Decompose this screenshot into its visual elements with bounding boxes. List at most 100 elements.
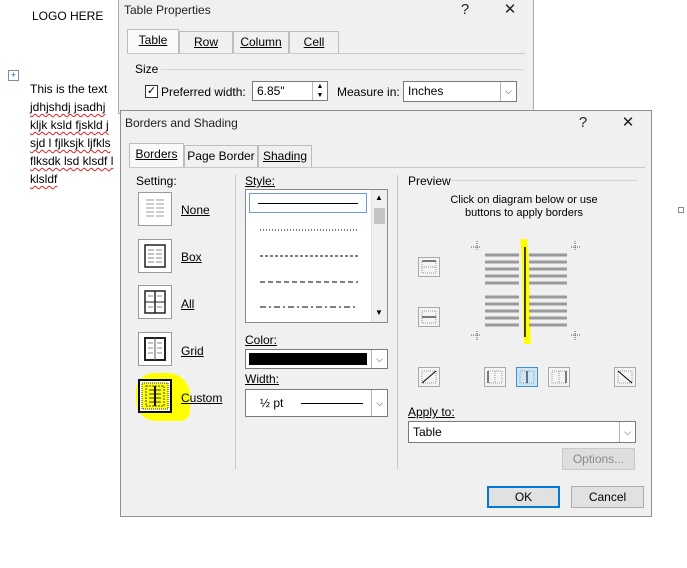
width-label: Width:	[245, 372, 280, 386]
preview-diagram[interactable]	[471, 239, 583, 345]
document-text-line: jdhjshdj jsadhj	[30, 100, 106, 114]
border-diagonal-up-icon	[421, 370, 437, 384]
setting-grid-icon	[144, 337, 166, 361]
preferred-width-input[interactable]: 6.85" ▲ ▼	[252, 81, 328, 101]
size-group-line	[161, 69, 523, 70]
chevron-up-icon[interactable]: ▲	[375, 193, 383, 202]
chevron-down-icon[interactable]: ⌵	[371, 390, 387, 416]
document-text-line: This is the text	[30, 82, 108, 96]
setting-box-label[interactable]: Box	[181, 250, 202, 264]
width-select[interactable]: ½ pt ⌵	[245, 389, 388, 417]
style-scrollbar[interactable]: ▲ ▼	[371, 190, 387, 322]
tab-page-border-label: Page Border	[187, 149, 255, 163]
style-label: Style:	[245, 174, 276, 188]
setting-custom-label[interactable]: Custom	[181, 391, 222, 405]
setting-all-icon	[144, 290, 166, 314]
borders-shading-dialog: Borders and Shading ? ✕ Borders Page Bor…	[120, 110, 652, 517]
setting-style-divider	[235, 175, 236, 469]
preferred-width-value: 6.85"	[257, 84, 285, 98]
setting-none-button[interactable]	[138, 192, 172, 226]
document-text-line: sjd l fjlksjk ljfkls	[30, 136, 111, 150]
setting-custom-button[interactable]	[138, 379, 172, 413]
tab-strip-divider	[127, 53, 525, 54]
color-select[interactable]: ⌵	[245, 349, 388, 369]
preview-label: Preview	[408, 174, 451, 188]
style-list[interactable]: ▲ ▼	[245, 189, 388, 323]
apply-to-select[interactable]: Table ⌵	[408, 421, 636, 443]
border-inside-horizontal-button[interactable]	[418, 307, 440, 327]
ok-button[interactable]: OK	[487, 486, 560, 508]
border-inside-vertical-button[interactable]	[516, 367, 538, 387]
setting-label: Setting:	[136, 174, 177, 188]
tab-borders[interactable]: Borders	[129, 143, 184, 167]
preview-group-line	[451, 180, 637, 181]
width-value: ½ pt	[260, 396, 284, 410]
table-properties-title: Table Properties	[124, 3, 211, 17]
preferred-width-checkbox[interactable]: ✓	[145, 85, 158, 98]
color-label: Color:	[245, 333, 278, 347]
width-spinner-icon[interactable]: ▲ ▼	[312, 82, 327, 100]
measure-in-select[interactable]: Inches ⌵	[403, 81, 517, 102]
tab-shading[interactable]: Shading	[258, 145, 312, 167]
tab-column-label: Column	[240, 35, 282, 49]
close-icon[interactable]: ✕	[500, 0, 520, 20]
width-line-sample	[301, 403, 363, 404]
apply-to-label: Apply to:	[408, 405, 455, 419]
options-button[interactable]: Options...	[562, 448, 635, 470]
size-group-label: Size	[135, 62, 159, 76]
preferred-width-label: Preferred width:	[161, 85, 246, 99]
border-left-icon	[487, 370, 503, 384]
setting-none-label[interactable]: None	[181, 203, 210, 217]
preview-instructions: Click on diagram below or use buttons to…	[450, 194, 598, 219]
borders-shading-title: Borders and Shading	[125, 116, 238, 130]
tab-table[interactable]: Table	[127, 29, 179, 53]
tab-row[interactable]: Row	[179, 31, 233, 53]
style-options[interactable]	[246, 190, 370, 322]
tab-cell-label: Cell	[303, 35, 325, 49]
setting-grid-button[interactable]	[138, 332, 172, 366]
scrollbar-thumb[interactable]	[374, 208, 385, 224]
tab-page-border[interactable]: Page Border	[184, 145, 258, 167]
preview-diagram-svg	[471, 239, 581, 344]
setting-custom-icon	[141, 382, 169, 410]
setting-none-icon	[146, 198, 164, 220]
setting-box-icon	[144, 244, 166, 268]
tab-shading-label: Shading	[262, 149, 308, 163]
border-inside-vertical-icon	[519, 370, 535, 384]
border-left-button[interactable]	[484, 367, 506, 387]
table-properties-dialog: Table Properties ? ✕ Table Row Column Ce…	[118, 0, 534, 114]
help-icon[interactable]: ?	[455, 0, 475, 20]
color-swatch	[249, 353, 367, 365]
close-icon[interactable]: ✕	[618, 113, 638, 133]
tab-table-label: Table	[138, 33, 168, 47]
cancel-button[interactable]: Cancel	[571, 486, 644, 508]
tab-borders-label: Borders	[135, 147, 178, 161]
table-move-handle-icon[interactable]: +	[8, 70, 19, 81]
measure-in-value: Inches	[408, 84, 444, 98]
help-icon[interactable]: ?	[573, 113, 593, 133]
border-diagonal-down-button[interactable]	[614, 367, 636, 387]
border-diagonal-down-icon	[617, 370, 633, 384]
border-right-button[interactable]	[548, 367, 570, 387]
chevron-down-icon[interactable]: ⌵	[371, 350, 387, 368]
border-diagonal-up-button[interactable]	[418, 367, 440, 387]
apply-to-value: Table	[413, 425, 442, 439]
resize-handle-icon[interactable]	[678, 207, 684, 213]
tab-row-label: Row	[193, 35, 218, 49]
setting-grid-label[interactable]: Grid	[181, 344, 204, 358]
chevron-down-icon[interactable]: ⌵	[500, 82, 516, 101]
setting-all-label[interactable]: All	[181, 297, 194, 311]
border-top-button[interactable]	[418, 257, 440, 277]
chevron-down-icon[interactable]: ▼	[375, 308, 383, 317]
document-text-line: flksdk lsd klsdf l	[30, 154, 114, 168]
setting-box-button[interactable]	[138, 239, 172, 273]
tab-strip-divider	[129, 167, 645, 168]
chevron-down-icon[interactable]: ⌵	[619, 422, 635, 442]
document-text-line: klsldf	[30, 172, 58, 186]
style-preview-divider	[397, 175, 398, 469]
tab-cell[interactable]: Cell	[289, 31, 339, 53]
tab-column[interactable]: Column	[233, 31, 289, 53]
border-inside-horizontal-icon	[421, 310, 437, 324]
setting-all-button[interactable]	[138, 285, 172, 319]
document-text-line: kljk ksld fjskld j	[30, 118, 109, 132]
